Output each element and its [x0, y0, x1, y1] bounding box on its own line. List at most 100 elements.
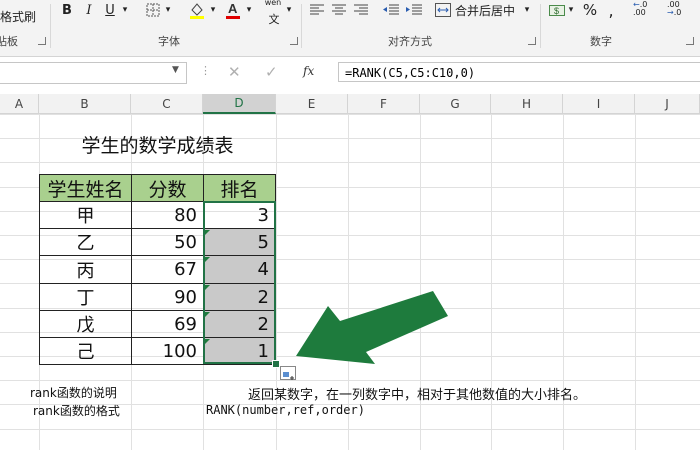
currency-icon[interactable]: $: [548, 0, 566, 20]
border-icon[interactable]: [143, 0, 163, 20]
decrease-decimal-label-2: .0: [673, 8, 682, 17]
column-header-j[interactable]: J: [635, 94, 700, 114]
cell-student-name[interactable]: 戊: [39, 310, 132, 338]
align-left-icon[interactable]: [308, 0, 326, 20]
grid-line-horizontal: [0, 429, 700, 430]
error-indicator-icon: [205, 312, 210, 317]
pointer-arrow-icon: [296, 291, 448, 364]
cell-student-name[interactable]: 乙: [39, 228, 132, 256]
cell-rank[interactable]: 1: [203, 337, 276, 365]
cell-student-name[interactable]: 甲: [39, 201, 132, 229]
column-header-f[interactable]: F: [348, 94, 420, 114]
cell-score[interactable]: 50: [131, 228, 204, 256]
column-header-c[interactable]: C: [131, 94, 203, 114]
header-name[interactable]: 学生姓名: [39, 174, 132, 202]
cell-rank[interactable]: 3: [203, 201, 276, 229]
error-indicator-icon: [205, 230, 210, 235]
underline-button[interactable]: U: [102, 0, 118, 20]
cell-rank[interactable]: 4: [203, 255, 276, 284]
cell-student-name[interactable]: 丁: [39, 283, 132, 311]
cell-score[interactable]: 100: [131, 337, 204, 365]
cell-score[interactable]: 80: [131, 201, 204, 229]
ribbon-separator: [50, 4, 51, 48]
font-color-dropdown-icon[interactable]: ▾: [244, 0, 254, 20]
decrease-indent-icon[interactable]: [382, 0, 400, 20]
fill-color-icon[interactable]: [186, 0, 208, 20]
note1-text[interactable]: 返回某数字，在一列数字中，相对于其他数值的大小排名。: [248, 384, 586, 403]
enter-icon[interactable]: ✓: [265, 63, 278, 81]
underline-dropdown-icon[interactable]: ▾: [119, 0, 131, 20]
align-center-icon[interactable]: [330, 0, 348, 20]
ribbon-separator: [540, 4, 541, 48]
error-indicator-icon: [205, 285, 210, 290]
column-header-d[interactable]: D: [203, 94, 276, 114]
percent-button[interactable]: %: [580, 0, 600, 20]
number-group-label: 数字: [590, 35, 612, 48]
error-indicator-icon: [205, 339, 210, 344]
alignment-launcher-icon[interactable]: [528, 37, 536, 45]
column-header-a[interactable]: A: [0, 94, 39, 114]
cell-score[interactable]: 67: [131, 255, 204, 284]
cell-student-name[interactable]: 己: [39, 337, 132, 365]
merge-center-icon[interactable]: [434, 0, 452, 20]
error-indicator-icon: [205, 257, 210, 262]
decrease-decimal-arrow-icon: →: [667, 8, 674, 17]
clipboard-launcher-icon[interactable]: [38, 37, 46, 45]
cell-student-name[interactable]: 丙: [39, 255, 132, 284]
cell-rank[interactable]: 5: [203, 228, 276, 256]
column-header-i[interactable]: I: [563, 94, 635, 114]
name-box-dropdown-icon[interactable]: ▼: [172, 65, 179, 75]
formula-bar: ▼ ⋮ ✕ ✓ fx =RANK(C5,C5:C10,0): [0, 59, 700, 87]
font-color-icon[interactable]: A: [222, 0, 244, 20]
merge-center-button[interactable]: 合并后居中: [455, 2, 515, 19]
currency-dropdown-icon[interactable]: ▾: [566, 0, 576, 20]
sheet-title[interactable]: 学生的数学成绩表: [39, 126, 276, 162]
cell-rank[interactable]: 2: [203, 283, 276, 311]
formula-bar-grip-icon: ⋮: [200, 64, 211, 77]
phonetic-dropdown-icon[interactable]: ▾: [284, 0, 294, 20]
header-rank[interactable]: 排名: [203, 174, 276, 202]
increase-decimal-button[interactable]: ←.0 .00: [633, 1, 647, 17]
grid-line-horizontal: [0, 162, 700, 163]
formula-input[interactable]: =RANK(C5,C5:C10,0): [338, 62, 700, 82]
column-header-h[interactable]: H: [491, 94, 563, 114]
fill-handle[interactable]: [272, 360, 280, 368]
increase-indent-icon[interactable]: [405, 0, 423, 20]
decrease-decimal-button[interactable]: .00 →.0: [667, 1, 681, 17]
svg-text:A: A: [228, 1, 238, 16]
font-launcher-icon[interactable]: [290, 37, 298, 45]
grid-line-horizontal: [0, 114, 700, 115]
fill-dropdown-icon[interactable]: ▾: [208, 0, 218, 20]
alignment-group-label: 对齐方式: [388, 35, 432, 48]
cancel-icon[interactable]: ✕: [228, 63, 241, 81]
cell-rank[interactable]: 2: [203, 310, 276, 338]
phonetic-glyph[interactable]: 文: [266, 9, 282, 29]
svg-text:$: $: [554, 6, 559, 16]
cell-score[interactable]: 90: [131, 283, 204, 311]
ribbon: 格式刷 贴板 B I U ▾ ▾ ▾ A ▾ wén 文 ▾ 字体 合并后居中 …: [0, 0, 700, 57]
header-score[interactable]: 分数: [131, 174, 204, 202]
column-header-e[interactable]: E: [276, 94, 348, 114]
bold-button[interactable]: B: [58, 0, 76, 20]
note2-text[interactable]: RANK(number,ref,order): [206, 403, 365, 417]
align-right-icon[interactable]: [352, 0, 370, 20]
border-dropdown-icon[interactable]: ▾: [163, 0, 173, 20]
note1-label[interactable]: rank函数的说明: [30, 384, 117, 401]
font-group-label: 字体: [158, 35, 180, 48]
ribbon-separator: [301, 4, 302, 48]
italic-button[interactable]: I: [80, 0, 98, 20]
grid-line-vertical: [635, 114, 636, 450]
column-header-g[interactable]: G: [420, 94, 491, 114]
name-box[interactable]: [0, 62, 187, 84]
clipboard-group-label: 贴板: [0, 35, 18, 48]
grid-line-horizontal: [0, 380, 700, 381]
insert-function-button[interactable]: fx: [303, 64, 314, 78]
format-painter-button[interactable]: 格式刷: [0, 8, 36, 25]
note2-label[interactable]: rank函数的格式: [33, 402, 120, 419]
number-launcher-icon[interactable]: [686, 37, 694, 45]
comma-style-button[interactable]: ,: [604, 0, 618, 20]
merge-dropdown-icon[interactable]: ▾: [522, 0, 532, 20]
cell-score[interactable]: 69: [131, 310, 204, 338]
column-header-b[interactable]: B: [39, 94, 131, 114]
autofill-options-icon[interactable]: [280, 366, 296, 380]
